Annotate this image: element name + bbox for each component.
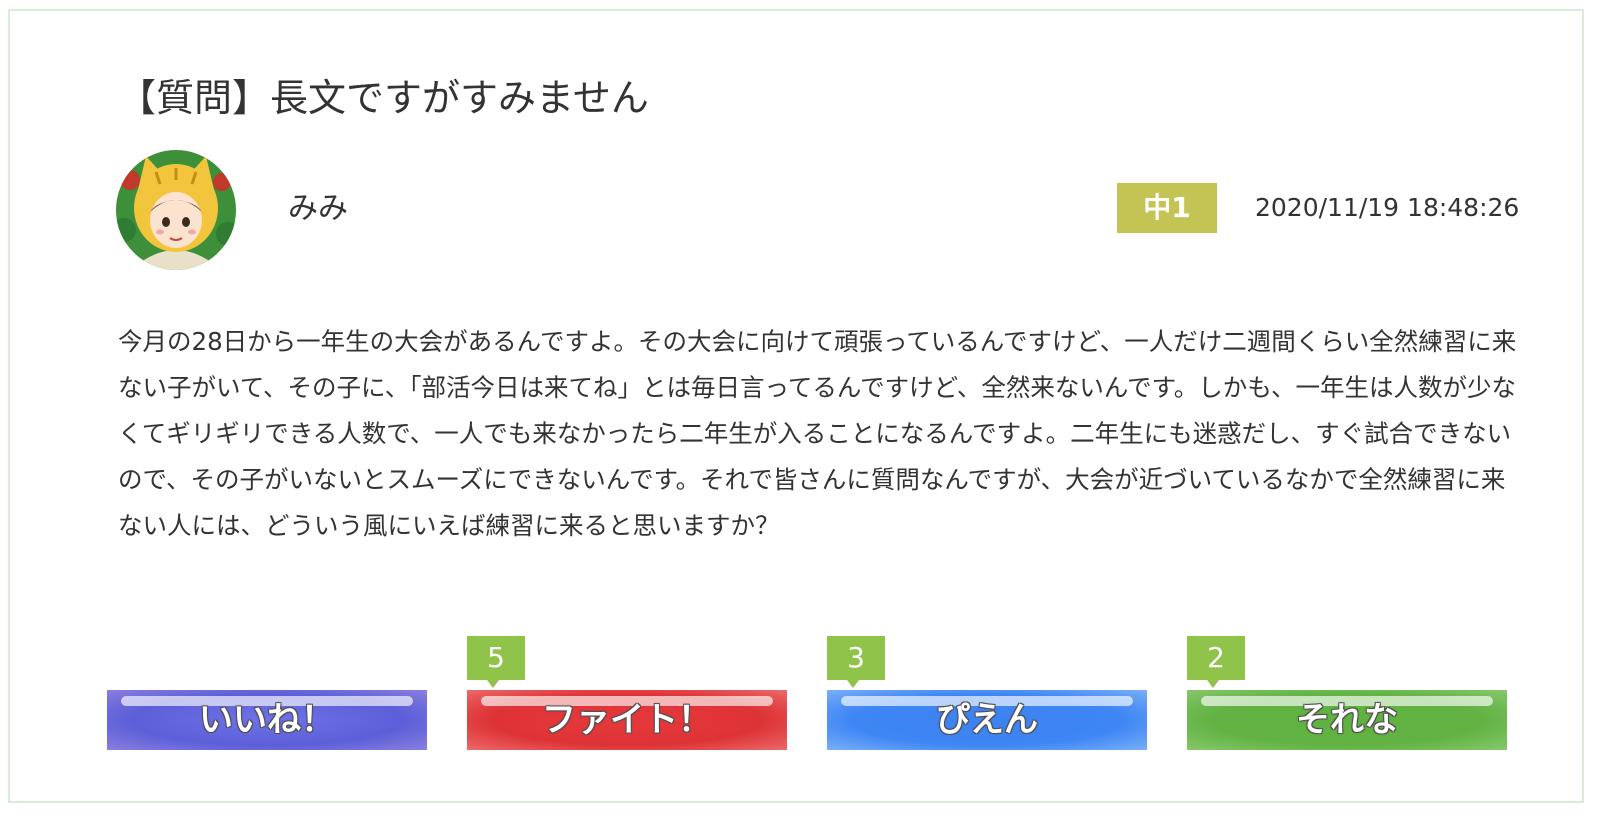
user-avatar[interactable]	[116, 150, 236, 270]
sorena-button-label: それな	[1296, 700, 1398, 740]
pien-button[interactable]: ぴえん	[827, 690, 1147, 750]
like-button[interactable]: いいね！	[107, 690, 427, 750]
post-title: 【質問】長文ですがすみません	[118, 76, 649, 120]
post-body: 今月の28日から一年生の大会があるんですよ。その大会に向けて頑張っているんですけ…	[118, 327, 1517, 540]
sorena-button[interactable]: それな	[1187, 690, 1507, 750]
pien-button-label: ぴえん	[936, 700, 1038, 740]
like-button-label: いいね！	[199, 700, 335, 740]
pien-count-badge: 3	[827, 636, 885, 688]
fight-button-label: ファイト！	[542, 700, 712, 740]
reaction-fight: 5 ファイト！	[467, 636, 787, 750]
fight-button[interactable]: ファイト！	[467, 690, 787, 750]
sorena-count-badge: 2	[1187, 636, 1245, 688]
cat-hood-avatar-icon	[116, 150, 236, 270]
grade-badge: 中1	[1117, 183, 1217, 233]
username[interactable]: みみ	[288, 189, 348, 229]
fight-count-badge: 5	[467, 636, 525, 688]
post-card: 【質問】長文ですがすみません みみ 中1 2020/11/19 18:48:26…	[8, 9, 1584, 803]
reaction-like: いいね！	[107, 690, 427, 750]
reaction-sorena: 2 それな	[1187, 636, 1507, 750]
post-timestamp: 2020/11/19 18:48:26	[1255, 193, 1520, 222]
reaction-pien: 3 ぴえん	[827, 636, 1147, 750]
